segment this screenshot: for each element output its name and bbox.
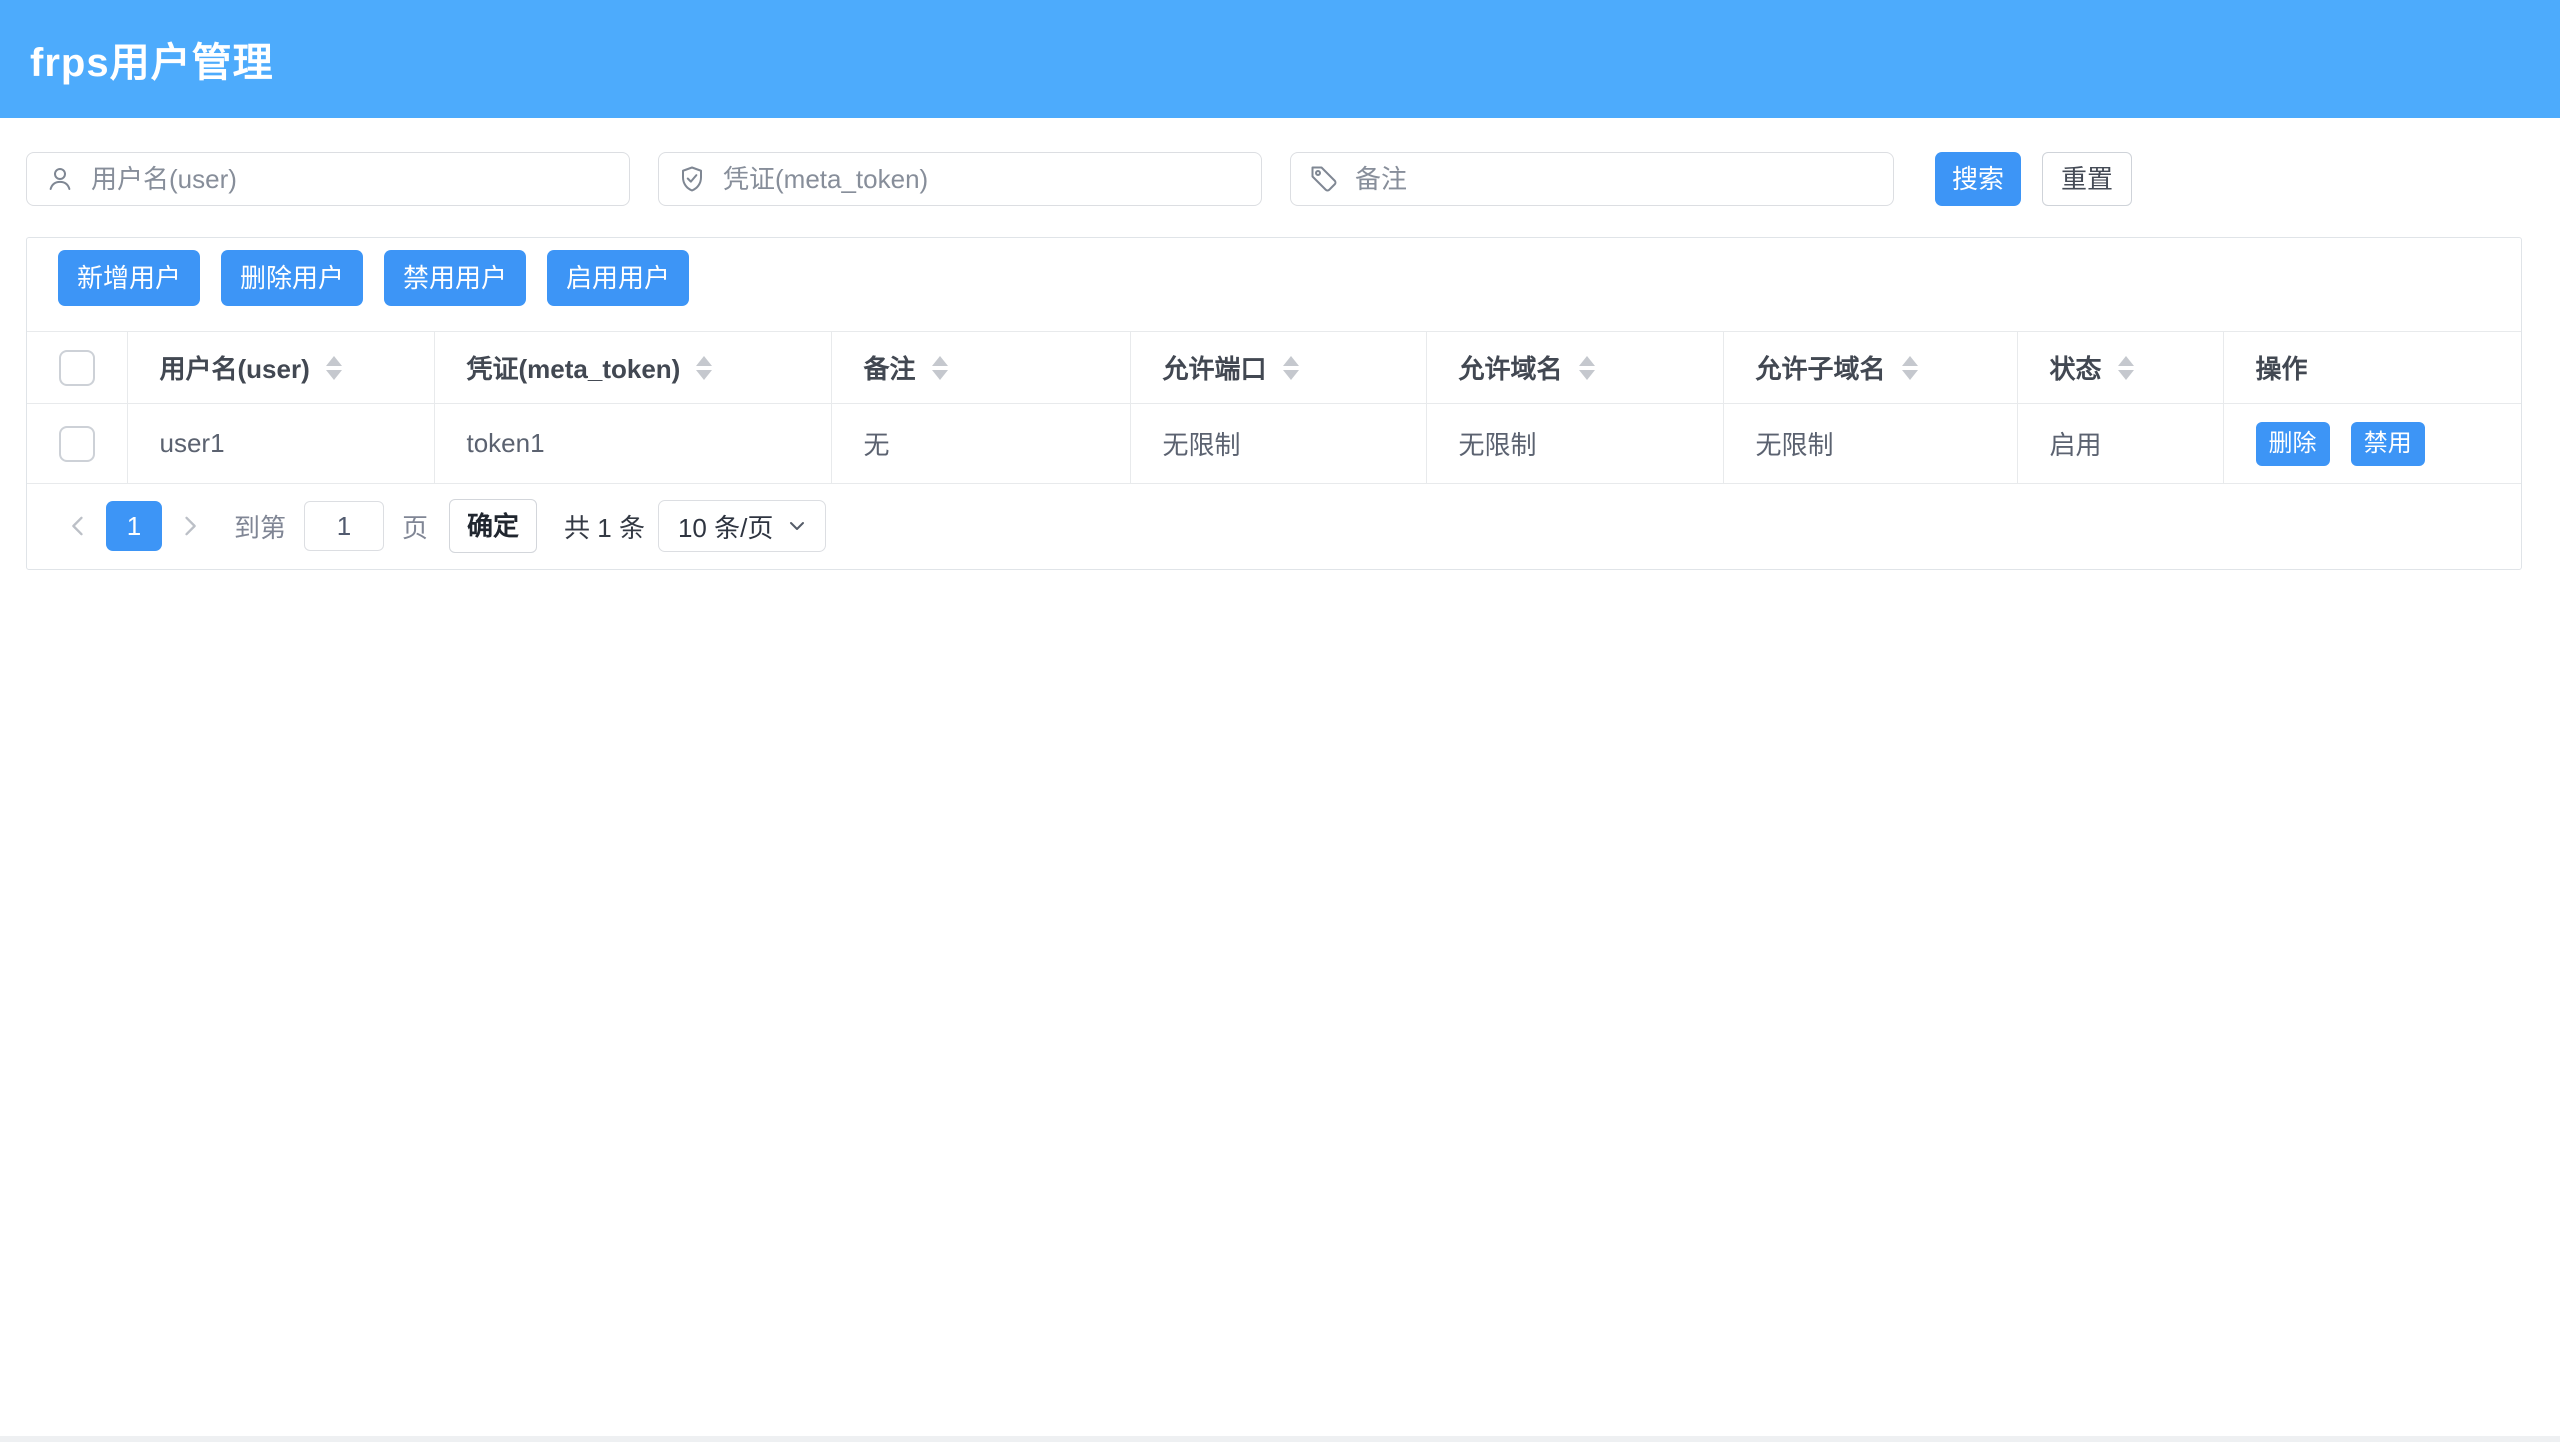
sort-icon[interactable] (696, 356, 712, 380)
pagination: 1 到第 页 确定 共 1 条 10 条/页 (27, 484, 2521, 569)
sort-icon[interactable] (1902, 356, 1918, 380)
app-header: frps用户管理 (0, 0, 2560, 118)
cell-note: 无 (831, 404, 1130, 484)
cell-ports: 无限制 (1130, 404, 1426, 484)
header-cell-checkbox (27, 332, 127, 404)
goto-prefix-label: 到第 (234, 508, 286, 545)
page-title: frps用户管理 (30, 30, 274, 88)
goto-confirm-button[interactable]: 确定 (449, 499, 537, 553)
page-size-select[interactable]: 10 条/页 (658, 500, 826, 552)
column-label: 状态 (2050, 349, 2102, 386)
username-input[interactable] (89, 153, 629, 205)
cell-domains: 无限制 (1426, 404, 1723, 484)
cell-subdomains: 无限制 (1723, 404, 2017, 484)
table-row: user1 token1 无 无限制 无限制 无限制 启用 删除 禁用 (27, 404, 2521, 484)
token-field-wrap (658, 152, 1262, 206)
select-all-checkbox[interactable] (59, 350, 95, 386)
page-number-button[interactable]: 1 (106, 501, 162, 551)
delete-user-button[interactable]: 删除用户 (221, 250, 363, 306)
column-label: 允许域名 (1459, 349, 1563, 386)
sort-icon[interactable] (932, 356, 948, 380)
cell-checkbox (27, 404, 127, 484)
row-delete-button[interactable]: 删除 (2256, 422, 2330, 466)
column-label: 用户名(user) (160, 349, 310, 386)
chevron-left-icon (64, 512, 92, 540)
column-label: 允许端口 (1163, 349, 1267, 386)
sort-icon[interactable] (326, 356, 342, 380)
goto-page-input[interactable] (304, 501, 384, 551)
column-label: 允许子域名 (1756, 349, 1886, 386)
search-button[interactable]: 搜索 (1935, 152, 2021, 206)
next-page-button[interactable] (170, 501, 210, 551)
header-cell-status[interactable]: 状态 (2017, 332, 2223, 404)
header-cell-ports[interactable]: 允许端口 (1130, 332, 1426, 404)
page-size-label: 10 条/页 (678, 508, 773, 545)
token-input[interactable] (721, 153, 1261, 205)
content-panel: 新增用户 删除用户 禁用用户 启用用户 用户名(user) 凭证(meta_to… (26, 237, 2522, 570)
cell-token: token1 (434, 404, 831, 484)
shield-check-icon (677, 164, 707, 194)
sort-icon[interactable] (1579, 356, 1595, 380)
header-cell-user[interactable]: 用户名(user) (127, 332, 434, 404)
chevron-right-icon (176, 512, 204, 540)
tag-icon (1309, 164, 1339, 194)
note-input[interactable] (1353, 153, 1893, 205)
reset-button[interactable]: 重置 (2042, 152, 2132, 206)
toolbar: 新增用户 删除用户 禁用用户 启用用户 (27, 238, 2521, 331)
prev-page-button[interactable] (58, 501, 98, 551)
note-field-wrap (1290, 152, 1894, 206)
bottom-scrollbar-track[interactable] (0, 1436, 2560, 1442)
header-cell-actions: 操作 (2223, 332, 2521, 404)
row-disable-button[interactable]: 禁用 (2351, 422, 2425, 466)
username-field-wrap (26, 152, 630, 206)
sort-icon[interactable] (2118, 356, 2134, 380)
column-label: 备注 (864, 349, 916, 386)
cell-user: user1 (127, 404, 434, 484)
column-label: 操作 (2256, 349, 2308, 386)
row-checkbox[interactable] (59, 426, 95, 462)
add-user-button[interactable]: 新增用户 (58, 250, 200, 306)
cell-status: 启用 (2017, 404, 2223, 484)
header-cell-note[interactable]: 备注 (831, 332, 1130, 404)
goto-suffix-label: 页 (402, 508, 428, 545)
cell-actions: 删除 禁用 (2223, 404, 2521, 484)
header-cell-domains[interactable]: 允许域名 (1426, 332, 1723, 404)
column-label: 凭证(meta_token) (467, 349, 681, 386)
chevron-down-icon (785, 514, 809, 538)
enable-user-button[interactable]: 启用用户 (547, 250, 689, 306)
sort-icon[interactable] (1283, 356, 1299, 380)
header-cell-subdomains[interactable]: 允许子域名 (1723, 332, 2017, 404)
user-icon (45, 164, 75, 194)
disable-user-button[interactable]: 禁用用户 (384, 250, 526, 306)
total-count-label: 共 1 条 (564, 508, 645, 545)
filter-bar: 搜索 重置 (26, 152, 2522, 206)
users-table: 用户名(user) 凭证(meta_token) 备注 允许端口 允许域名 (27, 331, 2521, 484)
table-header-row: 用户名(user) 凭证(meta_token) 备注 允许端口 允许域名 (27, 332, 2521, 404)
header-cell-token[interactable]: 凭证(meta_token) (434, 332, 831, 404)
